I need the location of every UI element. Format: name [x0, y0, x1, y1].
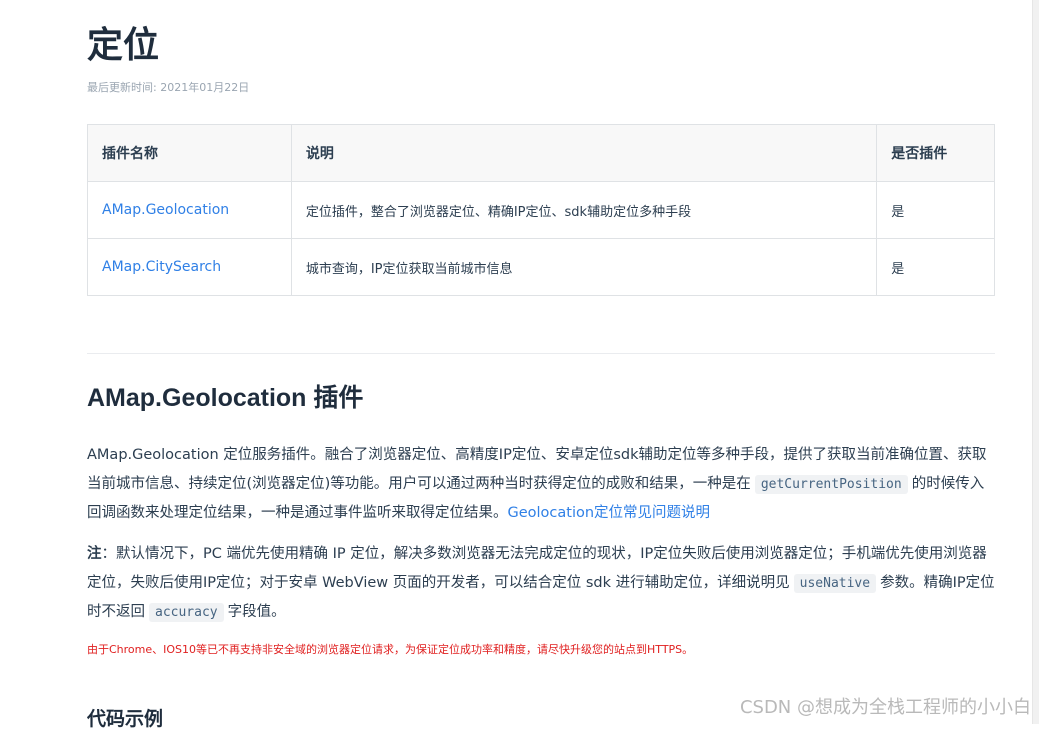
plugin-flag: 是 — [876, 238, 995, 296]
table-row: AMap.CitySearch 城市查询，IP定位获取当前城市信息 是 — [87, 238, 995, 296]
header-description: 说明 — [290, 124, 878, 182]
plugin-link-geolocation[interactable]: AMap.Geolocation — [87, 181, 292, 239]
header-is-plugin: 是否插件 — [876, 124, 995, 182]
plugin-desc: 定位插件，整合了浏览器定位、精确IP定位、sdk辅助定位多种手段 — [290, 181, 878, 239]
note-text-3: 字段值。 — [227, 604, 286, 620]
section-title: AMap.Geolocation 插件 — [87, 384, 364, 412]
csdn-watermark: CSDN @想成为全栈工程师的小小白 — [739, 697, 1031, 718]
code-getcurrentposition: getCurrentPosition — [754, 474, 908, 494]
plugin-table: 插件名称 说明 是否插件 AMap.Geolocation 定位插件，整合了浏览… — [87, 124, 995, 296]
intro-paragraph: AMap.Geolocation 定位服务插件。融合了浏览器定位、高精度IP定位… — [87, 441, 995, 528]
code-example-heading: 代码示例 — [87, 708, 164, 730]
table-header-row: 插件名称 说明 是否插件 — [87, 124, 995, 182]
last-updated: 最后更新时间: 2021年01月22日 — [87, 81, 250, 94]
page-title: 定位 — [87, 25, 160, 66]
code-accuracy: accuracy — [149, 603, 224, 622]
https-warning: 由于Chrome、IOS10等已不再支持非安全域的浏览器定位请求，为保证定位成功… — [87, 643, 694, 656]
note-label: 注 — [87, 546, 102, 562]
section-divider — [87, 353, 995, 354]
note-paragraph: 注：默认情况下，PC 端优先使用精确 IP 定位，解决多数浏览器无法完成定位的现… — [87, 540, 995, 628]
table-row: AMap.Geolocation 定位插件，整合了浏览器定位、精确IP定位、sd… — [87, 181, 995, 239]
plugin-flag: 是 — [876, 181, 995, 239]
plugin-link-citysearch[interactable]: AMap.CitySearch — [87, 238, 292, 296]
code-usenative: useNative — [793, 573, 877, 593]
scrollbar[interactable] — [1032, 0, 1039, 724]
faq-link[interactable]: Geolocation定位常见问题说明 — [508, 505, 711, 521]
header-plugin-name: 插件名称 — [87, 124, 292, 182]
plugin-desc: 城市查询，IP定位获取当前城市信息 — [290, 238, 878, 296]
